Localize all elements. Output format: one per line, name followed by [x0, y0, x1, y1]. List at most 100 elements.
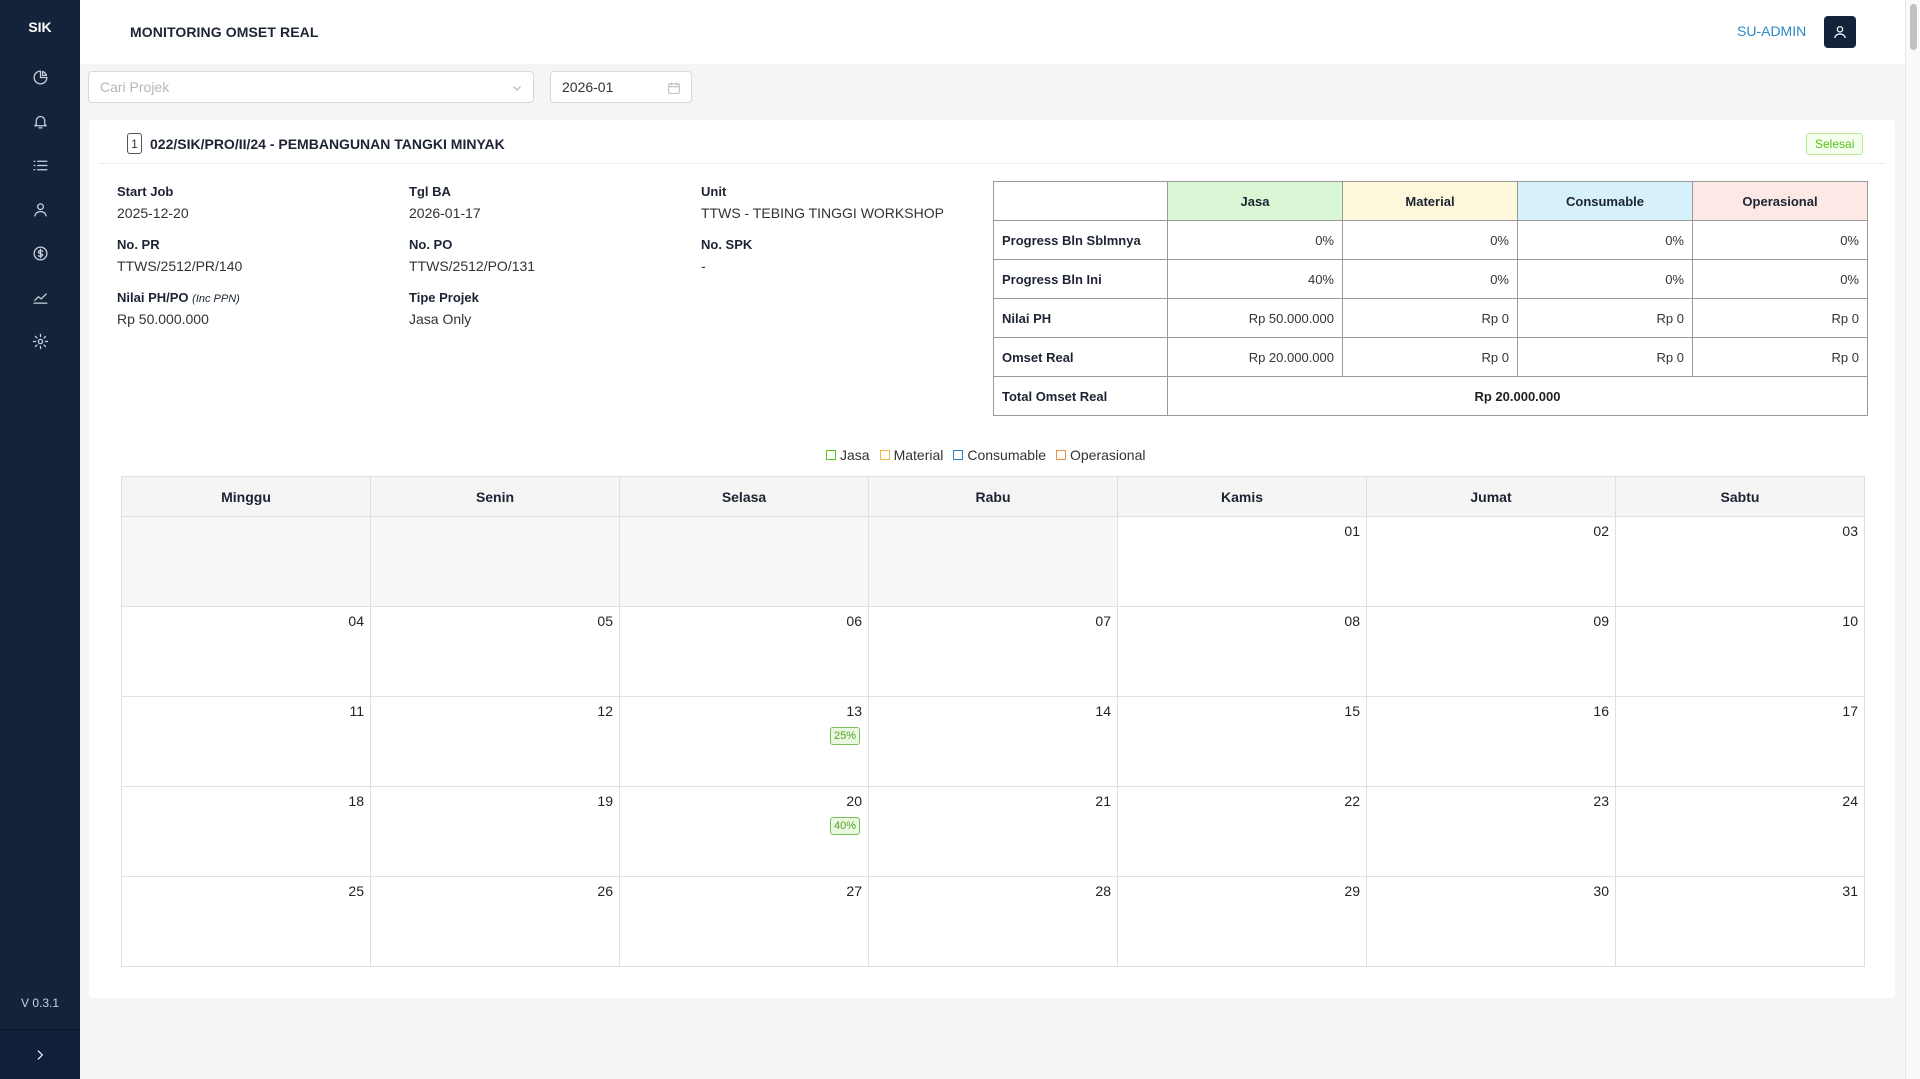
- field-label: Tipe Projek: [409, 290, 479, 305]
- summary-corner-cell: [993, 181, 1168, 221]
- sidebar-item-monitoring[interactable]: [0, 275, 80, 319]
- calendar-week-row: 04 05 06 07 08 09 10: [121, 606, 1865, 697]
- calendar-day-number: 19: [597, 793, 613, 809]
- calendar-day-number: 14: [1095, 703, 1111, 719]
- calendar-day-cell[interactable]: 11: [121, 696, 371, 787]
- calendar-day-number: 05: [597, 613, 613, 629]
- calendar-day-number: 02: [1593, 523, 1609, 539]
- calendar-day-cell[interactable]: 04: [121, 606, 371, 697]
- calendar-day-cell[interactable]: 26: [370, 876, 620, 967]
- calendar-day-cell[interactable]: 15: [1117, 696, 1367, 787]
- calendar-day-cell[interactable]: 08: [1117, 606, 1367, 697]
- calendar-day-number: 23: [1593, 793, 1609, 809]
- summary-row-label: Omset Real: [993, 337, 1168, 377]
- calendar-day-cell[interactable]: 28: [868, 876, 1118, 967]
- summary-row: Nilai PH Rp 50.000.000 Rp 0 Rp 0 Rp 0: [993, 298, 1868, 338]
- calendar-day-cell[interactable]: 16: [1366, 696, 1616, 787]
- top-header: MONITORING OMSET REAL SU-ADMIN: [80, 0, 1905, 64]
- summary-header-row: Jasa Material Consumable Operasional: [993, 181, 1868, 221]
- calendar-day-cell[interactable]: 02: [1366, 516, 1616, 607]
- calendar-day-number: 13: [846, 703, 862, 719]
- legend-swatch: [826, 450, 836, 460]
- calendar-day-cell[interactable]: 12: [370, 696, 620, 787]
- avatar-button[interactable]: [1824, 16, 1856, 48]
- chevron-right-icon: [37, 1049, 43, 1060]
- calendar-day-cell[interactable]: 21: [868, 786, 1118, 877]
- bell-icon: [33, 115, 47, 129]
- sidebar-item-finance[interactable]: [0, 231, 80, 275]
- calendar-day-cell[interactable]: 10: [1615, 606, 1865, 697]
- calendar-day-number: 26: [597, 883, 613, 899]
- summary-cell: Rp 0: [1692, 337, 1868, 377]
- summary-cell: Rp 0: [1517, 337, 1693, 377]
- summary-cell: Rp 0: [1517, 298, 1693, 338]
- field-value: -: [701, 258, 706, 274]
- sidebar-item-settings[interactable]: [0, 319, 80, 363]
- calendar-day-cell[interactable]: 25: [121, 876, 371, 967]
- calendar-day-cell[interactable]: 29: [1117, 876, 1367, 967]
- calendar-day-number: 01: [1344, 523, 1360, 539]
- summary-cell: 0%: [1692, 220, 1868, 260]
- calendar-day-cell[interactable]: 24: [1615, 786, 1865, 877]
- calendar-day-header: Senin: [370, 476, 620, 517]
- calendar-day-number: 22: [1344, 793, 1360, 809]
- calendar-day-cell[interactable]: 17: [1615, 696, 1865, 787]
- calendar-day-cell[interactable]: 01: [1117, 516, 1367, 607]
- sidebar-item-users[interactable]: [0, 187, 80, 231]
- calendar-day-number: 06: [846, 613, 862, 629]
- sidebar-item-dashboard[interactable]: [0, 55, 80, 99]
- summary-col-jasa: Jasa: [1167, 181, 1343, 221]
- calendar-week-row: 18 19 20 40% 21 22 23 24: [121, 786, 1865, 877]
- summary-col-consumable: Consumable: [1517, 181, 1693, 221]
- summary-total-label: Total Omset Real: [993, 376, 1168, 416]
- calendar-day-cell[interactable]: 18: [121, 786, 371, 877]
- calendar-day-cell[interactable]: 07: [868, 606, 1118, 697]
- user-icon: [33, 202, 47, 217]
- scrollbar-thumb[interactable]: [1910, 4, 1917, 50]
- app-version: V 0.3.1: [20, 996, 60, 1010]
- calendar-day-cell[interactable]: 19: [370, 786, 620, 877]
- calendar-day-header: Minggu: [121, 476, 371, 517]
- project-card: 1 022/SIK/PRO/II/24 - PEMBANGUNAN TANGKI…: [89, 120, 1895, 998]
- field-label: No. PR: [117, 237, 160, 252]
- omset-summary-table: Jasa Material Consumable Operasional Pro…: [993, 181, 1868, 416]
- calendar-day-cell[interactable]: 31: [1615, 876, 1865, 967]
- project-select-placeholder: Cari Projek: [100, 79, 170, 95]
- month-picker[interactable]: 2026-01: [550, 71, 692, 103]
- summary-col-material: Material: [1342, 181, 1518, 221]
- calendar-day-number: 28: [1095, 883, 1111, 899]
- calendar-day-cell[interactable]: 20 40%: [619, 786, 869, 877]
- project-select[interactable]: Cari Projek: [88, 71, 534, 103]
- calendar-day-cell[interactable]: 03: [1615, 516, 1865, 607]
- legend-label: Consumable: [967, 447, 1046, 463]
- user-name-link[interactable]: SU-ADMIN: [1737, 23, 1806, 39]
- calendar-day-header: Rabu: [868, 476, 1118, 517]
- legend-label: Material: [893, 447, 944, 463]
- summary-cell: Rp 50.000.000: [1167, 298, 1343, 338]
- calendar-day-cell[interactable]: 27: [619, 876, 869, 967]
- page-scrollbar[interactable]: [1905, 0, 1920, 1079]
- field-label: Start Job: [117, 184, 174, 199]
- calendar-day-header: Kamis: [1117, 476, 1367, 517]
- calendar-day-cell[interactable]: 14: [868, 696, 1118, 787]
- field-label: Nilai PH/PO (Inc PPN): [117, 290, 240, 305]
- sidebar-item-notifications[interactable]: [0, 99, 80, 143]
- calendar-day-cell[interactable]: 23: [1366, 786, 1616, 877]
- calendar-day-cell[interactable]: 06: [619, 606, 869, 697]
- field-unit: Unit TTWS - TEBING TINGGI WORKSHOP: [701, 184, 944, 221]
- sidebar-item-list[interactable]: [0, 143, 80, 187]
- summary-cell: 0%: [1342, 259, 1518, 299]
- calendar-day-cell[interactable]: 30: [1366, 876, 1616, 967]
- page-title: MONITORING OMSET REAL: [130, 24, 319, 40]
- calendar-progress-badge: 25%: [829, 727, 860, 745]
- calendar-day-cell[interactable]: 13 25%: [619, 696, 869, 787]
- sidebar-expand-button[interactable]: [0, 1029, 80, 1079]
- calendar-day-cell[interactable]: 05: [370, 606, 620, 697]
- field-label: Unit: [701, 184, 727, 199]
- calendar-day-cell[interactable]: 09: [1366, 606, 1616, 697]
- calendar-day-number: 04: [348, 613, 364, 629]
- summary-row: Progress Bln Sblmnya 0% 0% 0% 0%: [993, 220, 1868, 260]
- calendar-day-cell[interactable]: 22: [1117, 786, 1367, 877]
- summary-cell: 0%: [1342, 220, 1518, 260]
- legend-swatch: [953, 450, 964, 460]
